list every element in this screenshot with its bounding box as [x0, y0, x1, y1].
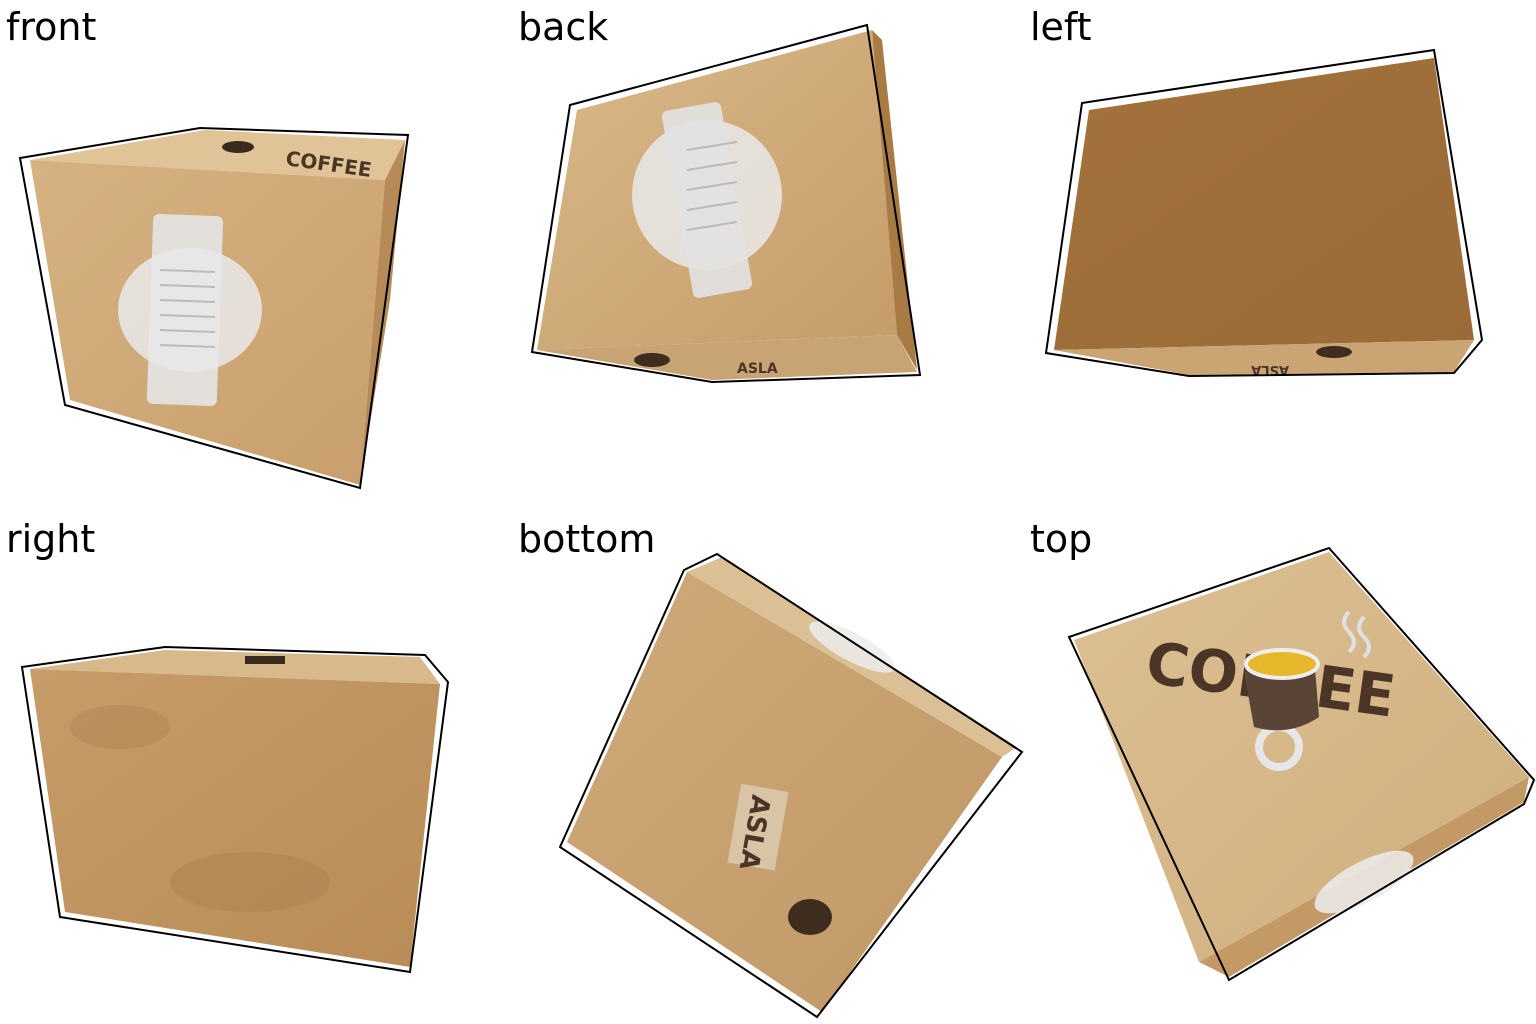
box-render-front: COFFEE [18, 126, 410, 490]
coffee-cup-print [222, 141, 254, 153]
box-render-right [20, 645, 450, 974]
box-render-left: ASLA [1044, 48, 1484, 378]
view-panel-top: top COFFEE [1024, 512, 1536, 1024]
box-render-top: COFFEE [1067, 546, 1536, 982]
box-hole-print [788, 899, 832, 935]
view-panel-back: back ASLA [512, 0, 1024, 512]
view-panel-right: right [0, 512, 512, 1024]
box-hole-print [634, 353, 670, 367]
box-sticker [118, 248, 262, 372]
box-hole-print [1316, 346, 1352, 358]
coffee-cup-print [245, 656, 285, 664]
box-stamp-print: ASLA [737, 361, 778, 377]
view-panel-bottom: bottom ASLA [512, 512, 1024, 1024]
box-render-bottom: ASLA [558, 552, 1024, 1019]
box-face-front [1054, 58, 1474, 350]
box-stain [70, 705, 170, 749]
view-panel-left: left ASLA [1024, 0, 1536, 512]
box-face-top [1074, 552, 1529, 962]
box-stain [170, 852, 330, 912]
box-render-back: ASLA [530, 23, 922, 384]
view-panel-front: front COFFEE [0, 0, 512, 512]
